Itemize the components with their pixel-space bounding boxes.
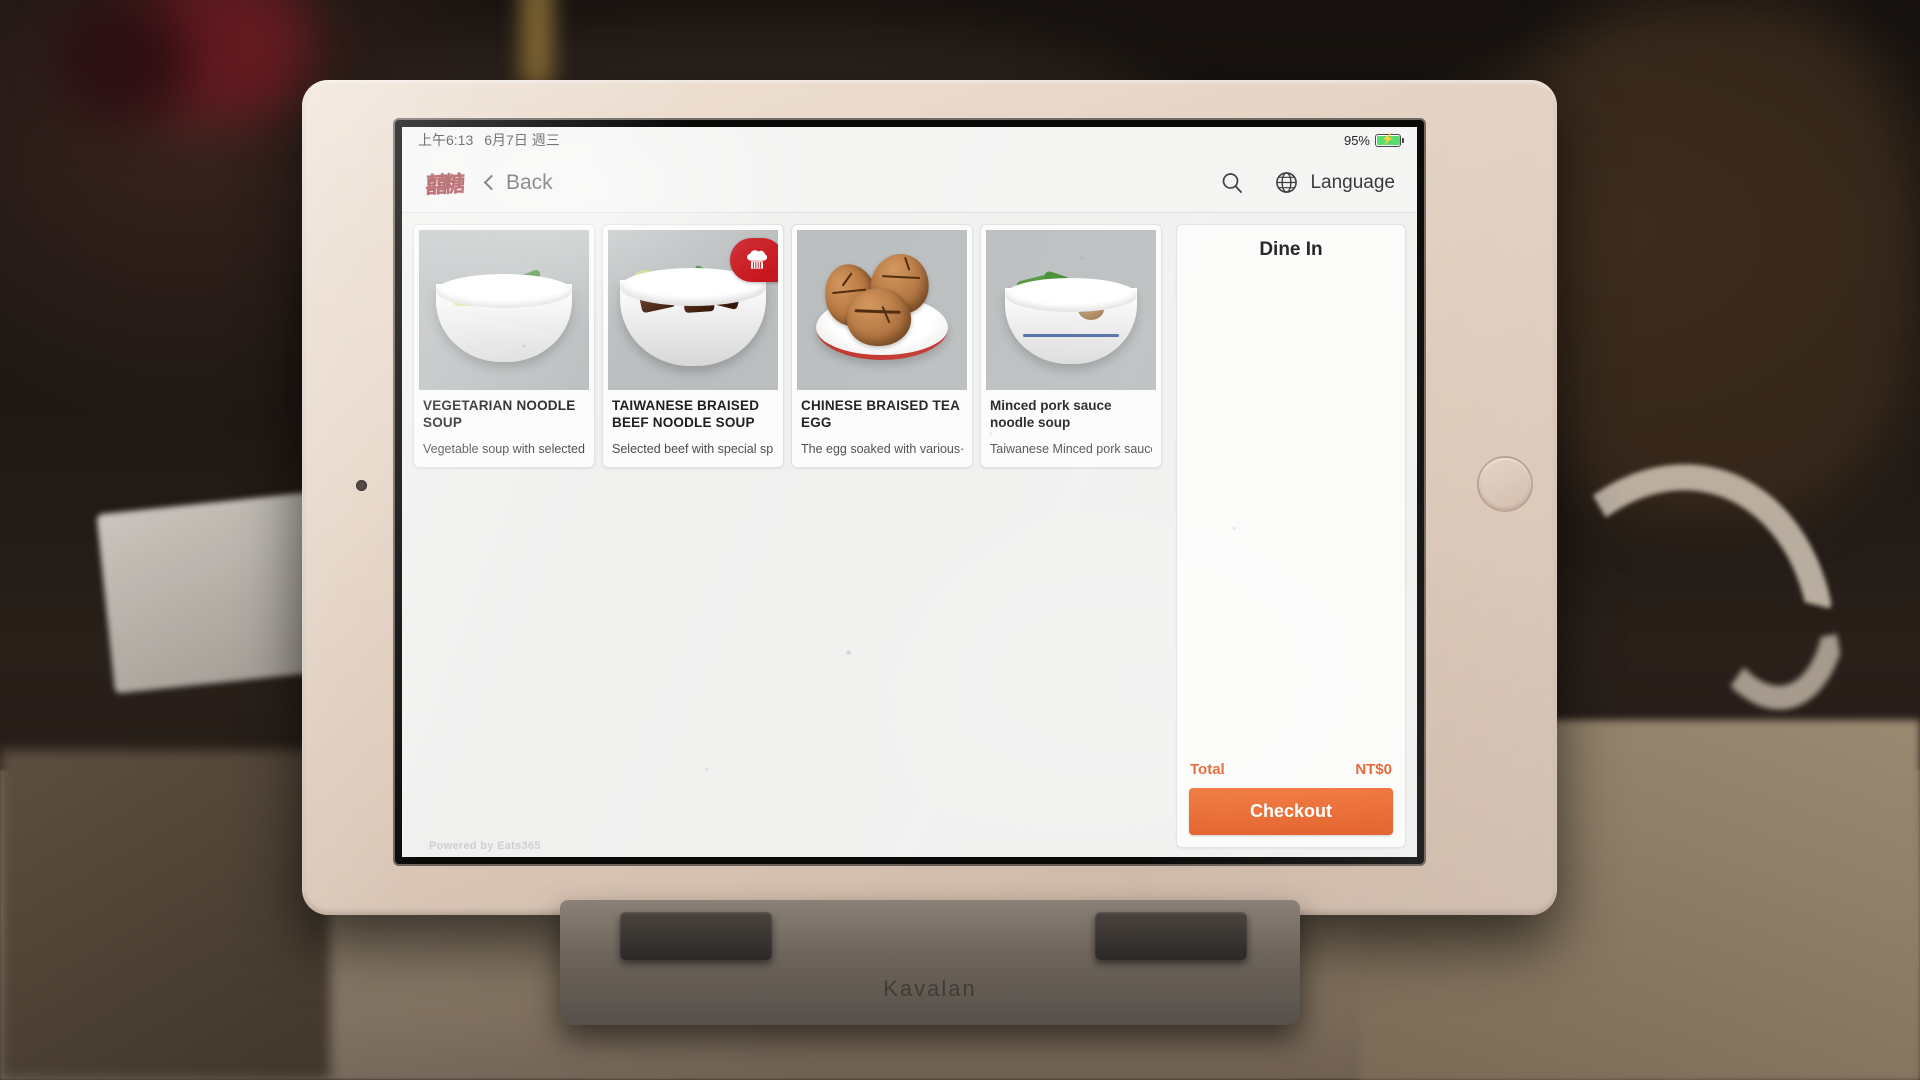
chinese-braised-tea-egg-photo <box>797 230 967 390</box>
menu-card-title: VEGETARIAN NOODLE SOUP <box>423 398 576 430</box>
menu-card-description: Selected beef with special spi⋯ <box>612 442 774 456</box>
menu-card-title: CHINESE BRAISED TEA EGG <box>801 398 960 430</box>
main-content: VEGETARIAN NOODLE SOUP Vegetable soup wi… <box>402 213 1417 857</box>
menu-card-body: Minced pork sauce noodle soup Taiwanese … <box>981 390 1161 467</box>
bowl-rim-shape <box>1005 278 1137 312</box>
menu-card-image <box>608 230 778 390</box>
background-pole <box>520 0 554 90</box>
checkout-button[interactable]: Checkout <box>1189 788 1393 835</box>
screen-bezel: 上午6:13 6月7日 週三 95% ⚡ 囍糖 Back Language VE… <box>395 120 1424 864</box>
nav-actions: Language <box>1220 170 1395 195</box>
language-button[interactable]: Language <box>1274 170 1395 195</box>
front-camera-icon <box>356 480 367 491</box>
restaurant-logo: 囍糖 <box>425 170 463 199</box>
menu-card-title: Minced pork sauce noodle soup <box>990 398 1112 430</box>
menu-card-description: The egg soaked with various⋯ <box>801 442 963 456</box>
status-bar-left: 上午6:13 6月7日 週三 <box>418 130 560 150</box>
tablet-screen: 上午6:13 6月7日 週三 95% ⚡ 囍糖 Back Language VE… <box>402 127 1417 857</box>
menu-card-body: TAIWANESE BRAISED BEEF NOODLE SOUP Selec… <box>603 390 783 467</box>
menu-card-body: VEGETARIAN NOODLE SOUP Vegetable soup wi… <box>414 390 594 467</box>
order-panel: Dine In Total NT$0 Checkout <box>1176 224 1406 848</box>
background-right-wall <box>1500 0 1920 520</box>
lightning-bolt-icon: ⚡ <box>1381 133 1395 146</box>
back-button-label: Back <box>506 170 553 194</box>
status-time: 上午6:13 <box>418 132 474 148</box>
menu-card-image <box>419 230 589 390</box>
status-date: 6月7日 週三 <box>484 132 560 148</box>
stand-clip-right <box>1095 912 1247 960</box>
chef-hat-icon <box>747 250 767 269</box>
order-total-value: NT$0 <box>1355 761 1392 778</box>
menu-card-image <box>797 230 967 390</box>
egg-crack <box>881 306 891 324</box>
navigation-bar: 囍糖 Back Language <box>402 153 1417 213</box>
chef-recommended-badge <box>730 238 778 282</box>
vegetarian-noodle-soup-photo <box>419 230 589 390</box>
egg-crack <box>841 272 853 287</box>
egg-crack <box>854 309 901 314</box>
egg-crack <box>882 275 921 280</box>
order-item-list <box>1177 271 1405 755</box>
menu-pane: VEGETARIAN NOODLE SOUP Vegetable soup wi… <box>409 220 1170 857</box>
chevron-left-icon <box>483 174 500 191</box>
charging-cable-loop <box>1678 546 1872 724</box>
status-bar-right: 95% ⚡ <box>1343 132 1405 148</box>
menu-item-grid: VEGETARIAN NOODLE SOUP Vegetable soup wi… <box>409 220 1170 468</box>
menu-card-image <box>986 230 1156 390</box>
language-label: Language <box>1310 171 1395 193</box>
status-bar: 上午6:13 6月7日 週三 95% ⚡ <box>402 127 1417 153</box>
menu-card-description: Vegetable soup with selected⋯ <box>423 442 585 456</box>
stand-clip-left <box>620 912 772 960</box>
minced-pork-sauce-noodle-soup-photo <box>986 230 1156 390</box>
globe-icon <box>1276 172 1298 193</box>
order-total-row: Total NT$0 <box>1189 755 1393 788</box>
bowl-stripe <box>1023 334 1119 337</box>
home-button[interactable] <box>1477 456 1533 512</box>
menu-card-description: Taiwanese Minced pork sauce⋯ <box>990 442 1152 456</box>
order-mode-header: Dine In <box>1259 239 1323 260</box>
search-icon[interactable] <box>1220 171 1244 195</box>
menu-card-minced-pork-sauce-noodle-soup[interactable]: Minced pork sauce noodle soup Taiwanese … <box>980 224 1162 468</box>
bowl-rim-shape <box>436 274 572 308</box>
stand-brand-label: Kavalan <box>883 976 977 1001</box>
background-dark-object <box>60 0 190 120</box>
tablet-device: 上午6:13 6月7日 週三 95% ⚡ 囍糖 Back Language VE… <box>302 80 1557 915</box>
battery-percent-label: 95% <box>1343 132 1370 148</box>
menu-card-vegetarian-noodle-soup[interactable]: VEGETARIAN NOODLE SOUP Vegetable soup wi… <box>413 224 595 468</box>
battery-icon: ⚡ <box>1375 133 1405 147</box>
powered-by-label: Powered by Eats365 <box>429 840 541 852</box>
menu-card-chinese-braised-tea-egg[interactable]: CHINESE BRAISED TEA EGG The egg soaked w… <box>791 224 973 468</box>
menu-card-title: TAIWANESE BRAISED BEEF NOODLE SOUP <box>612 398 760 430</box>
order-total-label: Total <box>1190 761 1225 778</box>
egg-crack <box>904 256 911 271</box>
counter-left <box>0 750 330 1080</box>
menu-card-taiwanese-braised-beef-noodle-soup[interactable]: TAIWANESE BRAISED BEEF NOODLE SOUP Selec… <box>602 224 784 468</box>
back-button[interactable]: Back <box>483 170 553 195</box>
order-footer: Total NT$0 Checkout <box>1177 755 1405 847</box>
menu-card-body: CHINESE BRAISED TEA EGG The egg soaked w… <box>792 390 972 467</box>
